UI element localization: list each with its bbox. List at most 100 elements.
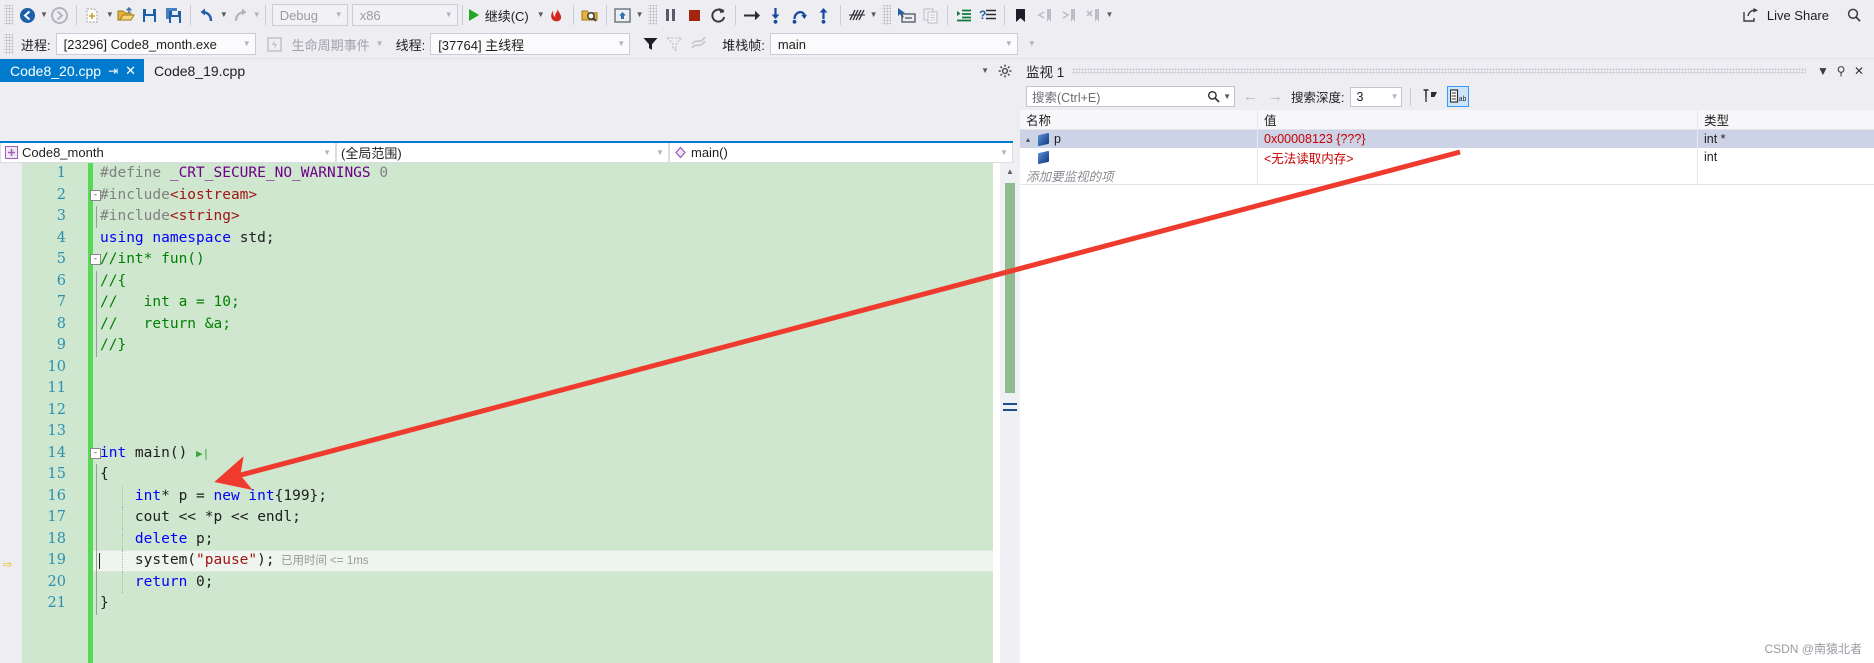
code-editor[interactable]: 1 #define _CRT_SECURE_NO_WARNINGS 0 2- #inc… <box>0 163 1013 663</box>
comment-button[interactable]: ? <box>976 3 1000 27</box>
code-line[interactable]: 8 // return &a; <box>0 313 1013 335</box>
next-bookmark-button[interactable] <box>1057 3 1081 27</box>
navigate-back-dropdown[interactable]: ▼ <box>40 11 48 19</box>
context-bar-grip[interactable] <box>4 34 13 54</box>
undo-dropdown[interactable]: ▼ <box>220 11 228 19</box>
threads-dropdown[interactable]: ▼ <box>870 11 878 19</box>
bookmark-button[interactable] <box>1009 3 1033 27</box>
window-dropdown-icon[interactable]: ▼ <box>1814 62 1832 80</box>
lifecycle-events-button[interactable] <box>263 32 287 56</box>
hot-reload-button[interactable] <box>545 3 569 27</box>
close-icon[interactable]: ✕ <box>1850 62 1868 80</box>
previous-result-icon[interactable]: ← <box>1241 88 1260 105</box>
stop-debugging-button[interactable] <box>683 3 707 27</box>
code-line[interactable]: 9 //} <box>0 335 1013 357</box>
new-window-button[interactable] <box>893 3 919 27</box>
search-input[interactable]: 搜索(Ctrl+E) ▼ <box>1026 86 1235 107</box>
copy-button[interactable] <box>919 3 943 27</box>
expander-icon[interactable]: ▴ <box>1026 135 1038 144</box>
solution-platform-combo[interactable]: x86 ▼ <box>351 4 458 26</box>
home-dropdown[interactable]: ▼ <box>636 11 644 19</box>
watch-row[interactable]: <无法读取内存> int <box>1020 148 1874 166</box>
code-line[interactable]: 12 <box>0 400 1013 422</box>
scrollbar-thumb[interactable] <box>1005 183 1015 393</box>
code-line[interactable]: 10 <box>0 357 1013 379</box>
restart-button[interactable] <box>707 3 731 27</box>
save-button[interactable] <box>138 3 162 27</box>
step-out-button[interactable] <box>812 3 836 27</box>
search-depth-input[interactable]: 3 ▼ <box>1350 86 1403 107</box>
lifecycle-events-dropdown[interactable]: ▼ <box>376 40 384 48</box>
process-combo[interactable]: [23296] Code8_month.exe ▼ <box>55 33 256 55</box>
quick-launch-button[interactable] <box>1842 3 1866 27</box>
navigate-forward-button[interactable] <box>48 3 72 27</box>
threads-button[interactable] <box>845 3 869 27</box>
open-file-button[interactable] <box>114 3 138 27</box>
live-share-button[interactable]: Live Share <box>1740 3 1836 27</box>
clear-bookmarks-button[interactable] <box>1081 3 1105 27</box>
solution-configuration-combo[interactable]: Debug ▼ <box>271 4 348 26</box>
thread-combo[interactable]: [37764] 主线程 ▼ <box>430 33 631 55</box>
code-line[interactable]: 15 { <box>0 464 1013 486</box>
new-item-dropdown[interactable]: ▼ <box>106 11 114 19</box>
chevron-down-icon[interactable]: ▼ <box>1391 92 1399 101</box>
editor-vertical-scrollbar[interactable]: ▲ ▼ <box>1000 163 1020 663</box>
step-into-button[interactable] <box>764 3 788 27</box>
code-line[interactable]: 5-//int* fun() <box>0 249 1013 271</box>
watch-add-row[interactable]: 添加要监视的项 <box>1020 166 1874 184</box>
continue-button[interactable]: 继续(C) <box>467 3 536 27</box>
code-line[interactable]: 13 <box>0 421 1013 443</box>
close-icon[interactable]: ✕ <box>125 63 136 79</box>
code-line[interactable]: 18 delete p; <box>0 528 1013 550</box>
watch-table[interactable]: 名称 值 类型 ▴ p 0x00008123 {???} int * <无法读取内存> i… <box>1020 110 1874 663</box>
show-next-statement-button[interactable] <box>740 3 764 27</box>
toolbar-grip[interactable] <box>647 5 657 25</box>
flag-button[interactable] <box>686 32 710 56</box>
save-all-button[interactable] <box>162 3 186 27</box>
stackframe-combo[interactable]: main ▼ <box>769 33 1018 55</box>
continue-dropdown[interactable]: ▼ <box>537 11 545 19</box>
code-line[interactable]: 11 <box>0 378 1013 400</box>
code-line[interactable]: 6 //{ <box>0 270 1013 292</box>
toolbar-grip[interactable] <box>4 5 13 25</box>
toolbar-overflow-button[interactable]: ▼ <box>1106 11 1114 19</box>
toolbar-grip[interactable] <box>881 5 891 25</box>
chevron-down-icon[interactable]: ▼ <box>1223 92 1231 101</box>
home-button[interactable] <box>611 3 635 27</box>
new-item-button[interactable] <box>81 3 105 27</box>
break-all-button[interactable] <box>659 3 683 27</box>
code-line[interactable]: 17 cout << *p << endl; <box>0 507 1013 529</box>
navbar-scope-combo[interactable]: (全局范围) ▼ <box>336 143 669 163</box>
code-line[interactable]: 21} <box>0 593 1013 615</box>
pin-icon[interactable]: ⚲ <box>1832 62 1850 80</box>
code-line[interactable]: 2- #include<iostream> <box>0 185 1013 207</box>
redo-dropdown[interactable]: ▼ <box>253 11 261 19</box>
watch-name-cell[interactable] <box>1020 148 1258 166</box>
undo-button[interactable] <box>195 3 219 27</box>
navbar-project-combo[interactable]: Code8_month ▼ <box>0 143 336 163</box>
pin-column-button[interactable] <box>1419 86 1441 107</box>
pin-icon[interactable]: ⇥ <box>108 64 118 78</box>
previous-bookmark-button[interactable] <box>1033 3 1057 27</box>
code-line[interactable]: 1 #define _CRT_SECURE_NO_WARNINGS 0 <box>0 163 1013 185</box>
code-line[interactable]: 4 using namespace std; <box>0 228 1013 250</box>
code-line[interactable]: 3 #include<string> <box>0 206 1013 228</box>
filter-disabled-button[interactable] <box>662 32 686 56</box>
code-line[interactable]: 16 int* p = new int{199}; <box>0 485 1013 507</box>
hexadecimal-display-button[interactable]: ab <box>1447 86 1470 107</box>
watch-value-cell[interactable]: <无法读取内存> <box>1258 148 1698 166</box>
filter-button[interactable] <box>638 32 662 56</box>
code-line[interactable]: 7 // int a = 10; <box>0 292 1013 314</box>
tab-list-menu-icon[interactable]: ▼ <box>981 66 989 75</box>
watch-name-cell[interactable]: ▴ p <box>1020 130 1258 148</box>
tab-code8-20-cpp[interactable]: Code8_20.cpp ⇥ ✕ <box>0 59 145 82</box>
navbar-member-combo[interactable]: main() ▼ <box>669 143 1013 163</box>
indent-button[interactable] <box>952 3 976 27</box>
scroll-up-icon[interactable]: ▲ <box>1000 163 1020 180</box>
code-line[interactable]: ⇨ 19 system("pause"); 已用时间 <= 1ms <box>0 550 1013 573</box>
tab-code8-19-cpp[interactable]: Code8_19.cpp <box>144 59 254 82</box>
attach-to-process-button[interactable] <box>578 3 602 27</box>
redo-button[interactable] <box>228 3 252 27</box>
code-line[interactable]: 14- int main() ▶| <box>0 443 1013 465</box>
context-bar-overflow[interactable]: ▼ <box>1028 40 1036 48</box>
